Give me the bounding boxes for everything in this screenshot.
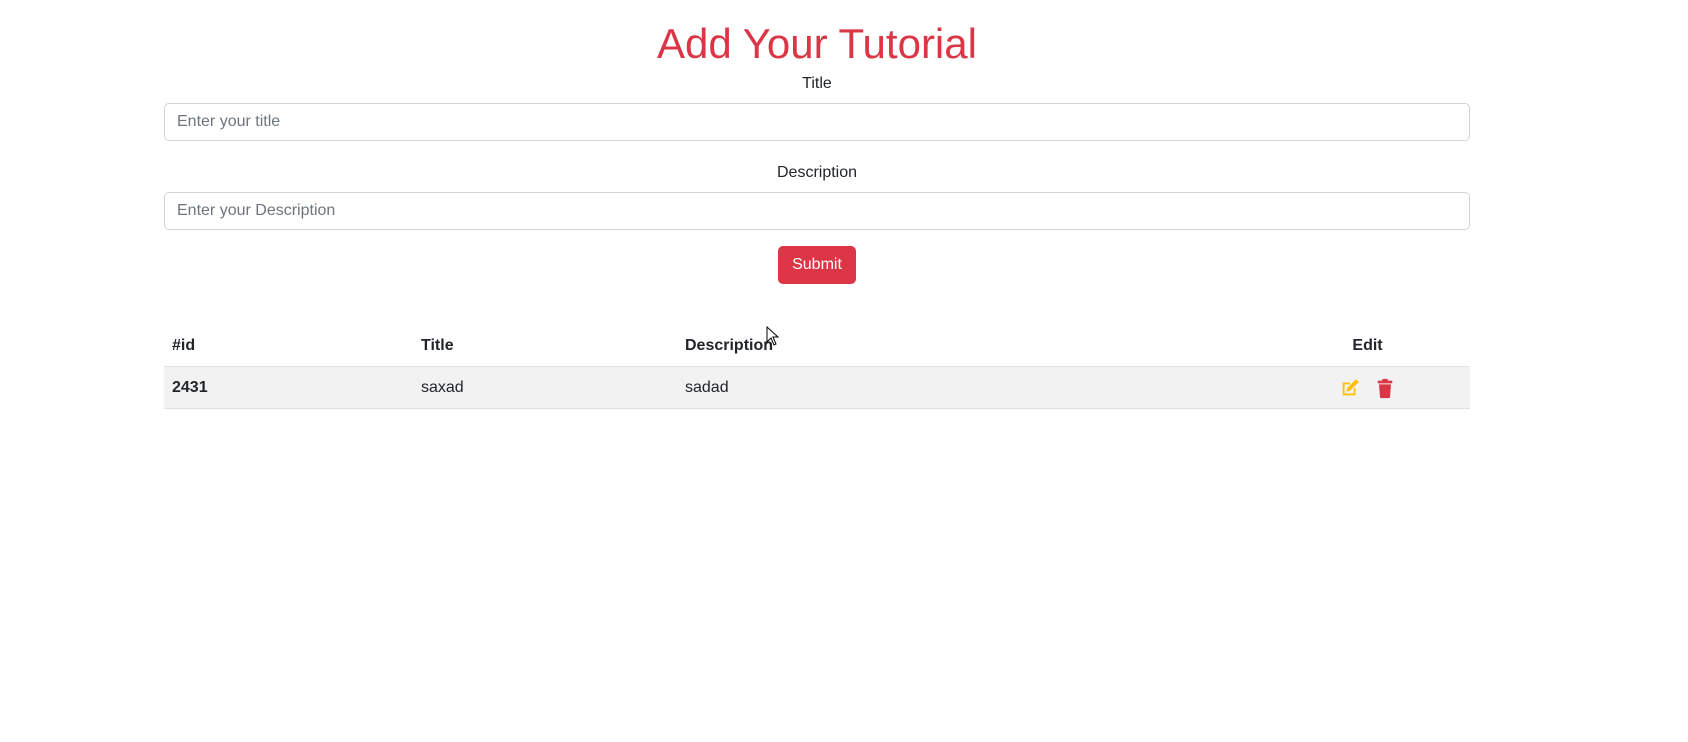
edit-icon-graphic [1342, 378, 1359, 395]
cell-title: saxad [413, 366, 677, 409]
main-container: Add Your Tutorial Title Description Subm… [164, 0, 1470, 409]
title-form-group: Title [164, 72, 1470, 141]
trash-icon-graphic [1377, 378, 1393, 398]
page: Add Your Tutorial Title Description Subm… [0, 0, 1688, 742]
edit-icon[interactable] [1339, 377, 1361, 399]
description-form-group: Description [164, 161, 1470, 230]
tutorial-table-wrap: #id Title Description Edit 2431 saxad sa… [164, 326, 1470, 409]
page-title: Add Your Tutorial [657, 20, 977, 67]
title-input[interactable] [164, 103, 1470, 141]
description-label: Description [776, 164, 858, 181]
column-header-description: Description [677, 326, 1265, 367]
cell-edit-actions [1265, 366, 1470, 409]
submit-button[interactable]: Submit [778, 246, 856, 284]
column-header-title: Title [413, 326, 677, 367]
trash-icon[interactable] [1374, 377, 1396, 399]
title-label: Title [802, 75, 832, 92]
description-input[interactable] [164, 192, 1470, 230]
submit-wrap: Submit [164, 246, 1470, 284]
column-header-id: #id [164, 326, 413, 367]
cell-description: sadad [677, 366, 1265, 409]
column-header-edit: Edit [1265, 326, 1470, 367]
cell-id: 2431 [164, 366, 413, 409]
table-header-row: #id Title Description Edit [164, 326, 1470, 367]
tutorial-table: #id Title Description Edit 2431 saxad sa… [164, 326, 1470, 409]
table-row: 2431 saxad sadad [164, 366, 1470, 409]
